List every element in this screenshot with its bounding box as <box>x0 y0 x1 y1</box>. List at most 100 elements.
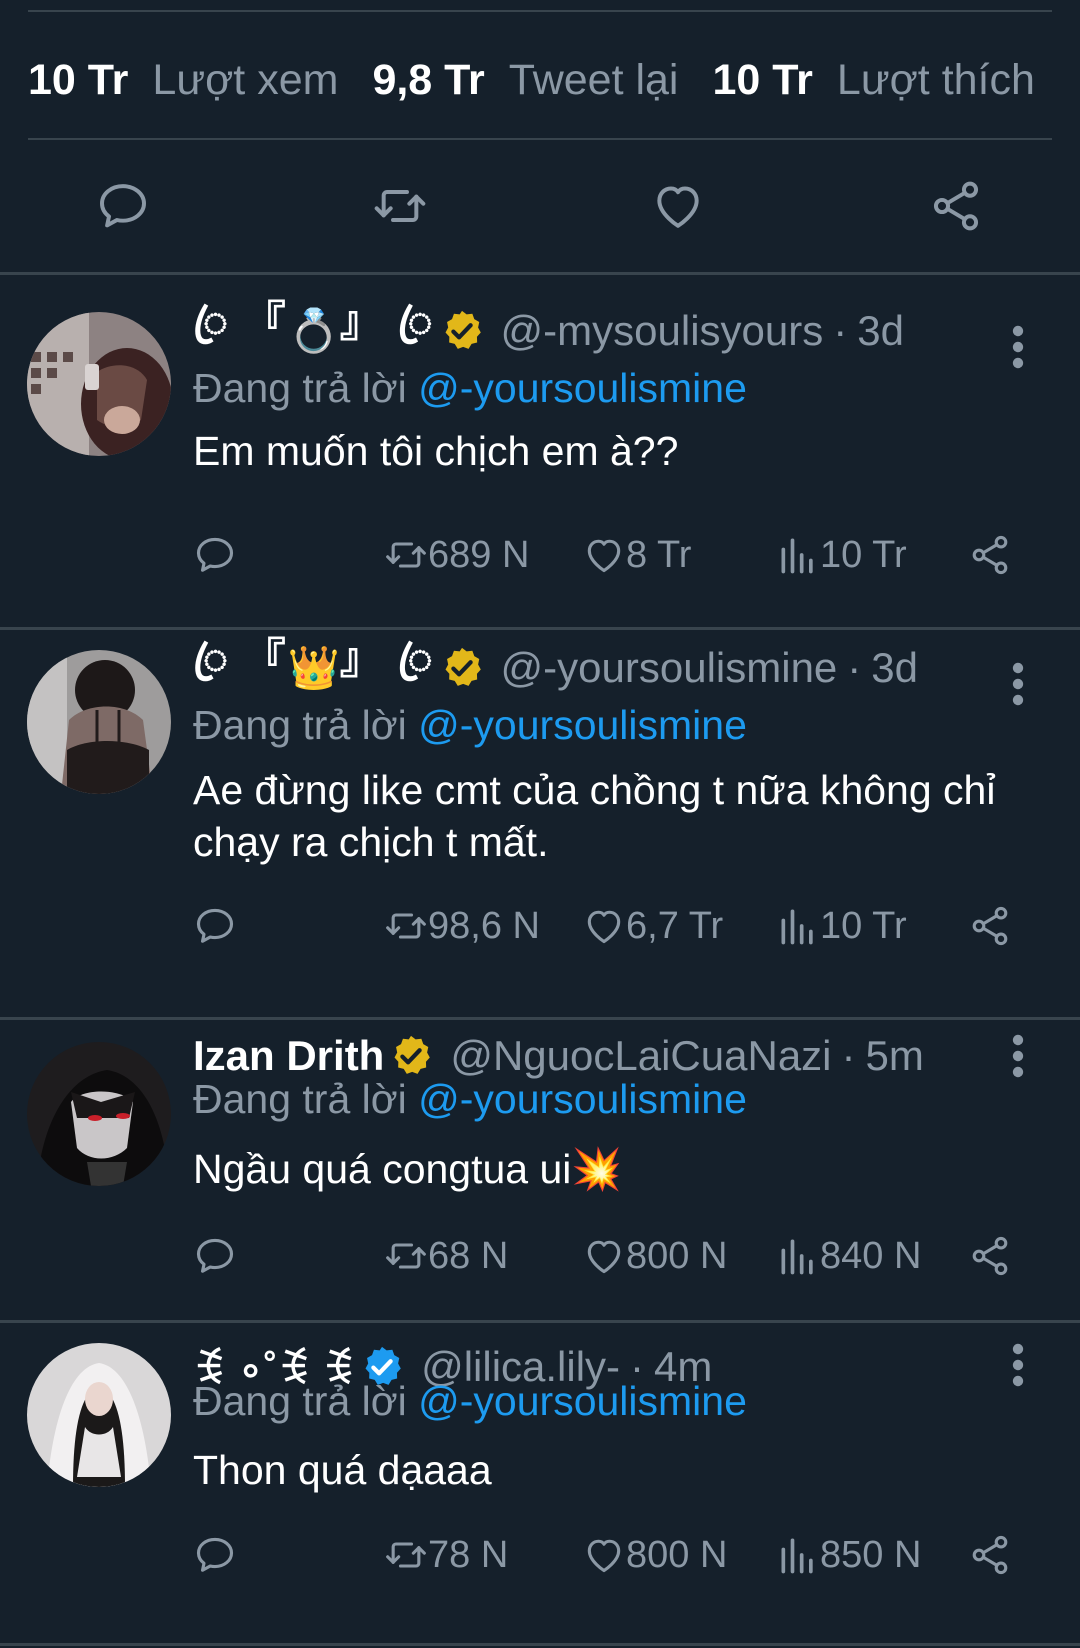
more-vertical-icon[interactable] <box>1006 1032 1030 1080</box>
reply-button[interactable] <box>193 896 237 956</box>
share-icon <box>968 1234 1012 1278</box>
share-button[interactable] <box>968 525 1012 585</box>
tweet-metrics: 689 N 8 Tr 10 Tr <box>0 525 1080 585</box>
replying-to: Đang trả lời @-yoursoulismine <box>193 365 747 412</box>
reply-icon <box>193 1533 237 1577</box>
likes-stat[interactable]: 10 Tr Lượt thích <box>713 56 1035 105</box>
share-button[interactable] <box>968 896 1012 956</box>
views-button[interactable]: 10 Tr <box>776 525 907 585</box>
avatar[interactable] <box>27 312 171 456</box>
avatar[interactable] <box>27 1042 171 1186</box>
mention-link[interactable]: @-yoursoulismine <box>418 365 747 411</box>
reply-tweet[interactable]: ꉂ ∘˚ꉂ ꉂ @lilica.lily- · 4m Đang trả lời … <box>0 1323 1080 1643</box>
mention-link[interactable]: @-yoursoulismine <box>418 1076 747 1122</box>
views-count: 10 Tr <box>820 533 907 576</box>
replying-prefix: Đang trả lời <box>193 1076 407 1122</box>
separator-dot: · <box>833 307 848 354</box>
reply-icon <box>193 1234 237 1278</box>
verified-badge-icon <box>439 645 485 691</box>
user-handle[interactable]: @-yoursoulismine <box>501 644 838 692</box>
replying-to: Đang trả lời @-yoursoulismine <box>193 1378 747 1425</box>
retweet-button[interactable]: 98,6 N <box>384 896 540 956</box>
retweet-icon <box>384 1234 428 1278</box>
likes-label: Lượt thích <box>836 55 1035 104</box>
like-count: 800 N <box>626 1533 728 1576</box>
tweet-text: Ngầu quá congtua ui💥 <box>193 1146 623 1192</box>
separator-dot: · <box>847 644 862 691</box>
like-icon <box>582 533 626 577</box>
reply-button[interactable] <box>193 1226 237 1286</box>
retweets-stat[interactable]: 9,8 Tr Tweet lại <box>372 56 678 105</box>
display-name[interactable]: ꦿ 『 👑 』 ꦿ <box>193 636 435 700</box>
retweet-button[interactable]: 68 N <box>384 1226 508 1286</box>
like-count: 8 Tr <box>626 533 692 576</box>
views-button[interactable]: 850 N <box>776 1525 921 1585</box>
views-stat[interactable]: 10 Tr Lượt xem <box>28 56 338 105</box>
display-name[interactable]: ꦿ 『 💍 』 ꦿ <box>193 299 435 363</box>
retweet-button[interactable]: 78 N <box>384 1525 508 1585</box>
like-button[interactable]: 800 N <box>582 1226 727 1286</box>
retweet-count: 78 N <box>428 1533 509 1576</box>
replying-prefix: Đang trả lời <box>193 365 407 411</box>
mention-link[interactable]: @-yoursoulismine <box>418 702 747 748</box>
retweet-icon[interactable] <box>372 178 428 234</box>
views-count: 840 N <box>820 1234 922 1277</box>
user-handle[interactable]: @NguocLaiCuaNazi <box>450 1032 831 1080</box>
avatar[interactable] <box>27 650 171 794</box>
views-icon <box>776 1533 820 1577</box>
like-icon[interactable] <box>650 178 706 234</box>
views-icon <box>776 1234 820 1278</box>
tweet-metrics: 98,6 N 6,7 Tr 10 Tr <box>0 896 1080 956</box>
reply-tweet[interactable]: ꦿ 『 💍 』 ꦿ @-mysoulisyours · 3d Đang trả … <box>0 275 1080 627</box>
views-count: 10 Tr <box>28 55 129 104</box>
tweet-metrics: 78 N 800 N 850 N <box>0 1525 1080 1585</box>
tweet-stats: 10 Tr Lượt xem 9,8 Tr Tweet lại 10 Tr Lư… <box>28 40 1052 120</box>
like-button[interactable]: 8 Tr <box>582 525 691 585</box>
share-button[interactable] <box>968 1525 1012 1585</box>
like-count: 6,7 Tr <box>626 904 724 947</box>
mention-link[interactable]: @-yoursoulismine <box>418 1378 747 1424</box>
more-vertical-icon[interactable] <box>1006 1341 1030 1389</box>
reply-icon[interactable] <box>95 178 151 234</box>
views-button[interactable]: 10 Tr <box>776 896 907 956</box>
display-name-suffix: 』 ꦿ <box>339 299 435 345</box>
share-icon <box>968 533 1012 577</box>
retweet-count: 68 N <box>428 1234 509 1277</box>
stats-divider <box>28 138 1052 140</box>
reply-tweet[interactable]: Izan Drith @NguocLaiCuaNazi · 5m Đang tr… <box>0 1020 1080 1320</box>
views-label: Lượt xem <box>152 55 339 104</box>
views-button[interactable]: 840 N <box>776 1226 921 1286</box>
replying-to: Đang trả lời @-yoursoulismine <box>193 1076 747 1123</box>
retweets-label: Tweet lại <box>508 55 679 104</box>
views-icon <box>776 904 820 948</box>
reply-tweet[interactable]: ꦿ 『 👑 』 ꦿ @-yoursoulismine · 3d Đang trả… <box>0 630 1080 1017</box>
timestamp[interactable]: 3d <box>857 307 904 355</box>
user-handle[interactable]: @-mysoulisyours <box>501 307 824 355</box>
more-vertical-icon[interactable] <box>1006 323 1030 371</box>
crown-emoji: 👑 <box>287 643 340 692</box>
like-button[interactable]: 800 N <box>582 1525 727 1585</box>
main-action-bar <box>0 160 1080 250</box>
share-button[interactable] <box>968 1226 1012 1286</box>
display-name-suffix: 』 ꦿ <box>339 636 435 682</box>
tweet-text: Thon quá dạaaa <box>193 1447 492 1493</box>
tweet-metrics: 68 N 800 N 840 N <box>0 1226 1080 1286</box>
like-button[interactable]: 6,7 Tr <box>582 896 723 956</box>
reply-button[interactable] <box>193 1525 237 1585</box>
timestamp[interactable]: 3d <box>871 644 918 692</box>
display-name[interactable]: Izan Drith <box>193 1032 384 1080</box>
timestamp[interactable]: 5m <box>866 1032 924 1080</box>
share-icon[interactable] <box>928 178 984 234</box>
retweet-icon <box>384 533 428 577</box>
retweets-count: 9,8 Tr <box>372 55 485 104</box>
retweet-button[interactable]: 689 N <box>384 525 529 585</box>
top-divider <box>28 10 1052 12</box>
more-vertical-icon[interactable] <box>1006 660 1030 708</box>
avatar[interactable] <box>27 1343 171 1487</box>
reply-button[interactable] <box>193 525 237 585</box>
like-icon <box>582 1234 626 1278</box>
display-name-prefix: ꦿ 『 <box>193 299 288 345</box>
replying-prefix: Đang trả lời <box>193 702 407 748</box>
replying-to: Đang trả lời @-yoursoulismine <box>193 702 747 749</box>
divider <box>0 1643 1080 1646</box>
